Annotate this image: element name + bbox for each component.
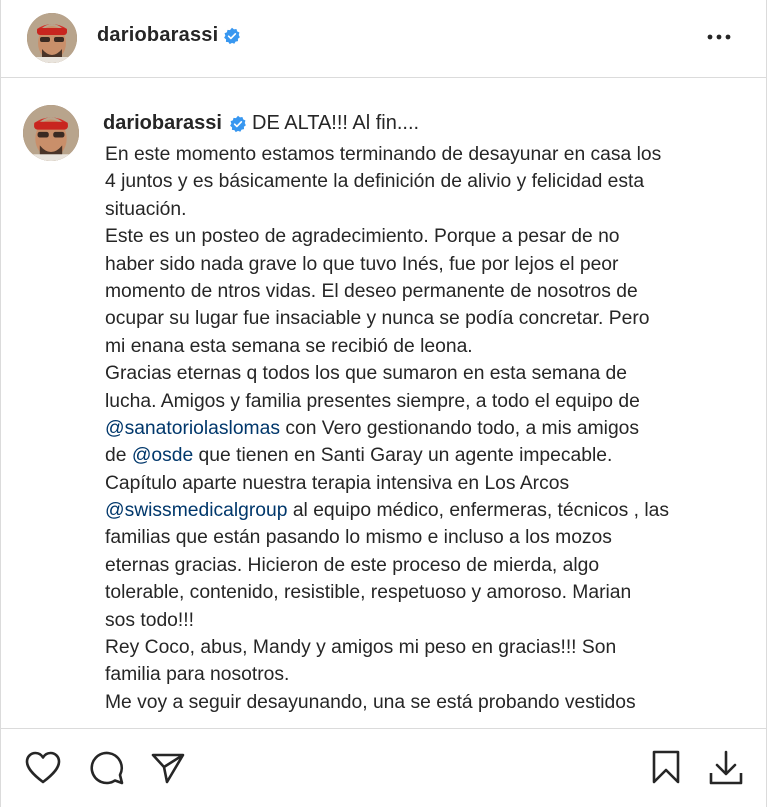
avatar[interactable] [27, 13, 77, 63]
caption-line: Rey Coco, abus, Mandy y amigos mi peso e… [105, 634, 745, 661]
caption-line: Este es un posteo de agradecimiento. Por… [105, 223, 745, 250]
caption-line: Capítulo aparte nuestra terapia intensiv… [105, 470, 745, 497]
caption-line: momento de ntros vidas. El deseo permane… [105, 278, 745, 305]
caption-text-segment: Gracias eternas q todos los que sumaron … [105, 363, 627, 385]
caption-text-segment: familias que están pasando lo mismo e in… [105, 527, 612, 549]
caption-text-segment: situación. [105, 198, 187, 220]
mention-link[interactable]: @osde [132, 445, 193, 466]
caption-text-segment: tolerable, contenido, resistible, respet… [105, 582, 632, 604]
caption-text-segment: Rey Coco, abus, Mandy y amigos mi peso e… [105, 637, 617, 659]
caption-text-segment: al equipo médico, enfermeras, técnicos ,… [287, 500, 669, 522]
mention-link[interactable]: @swissmedicalgroup [105, 500, 287, 521]
caption-line: En este momento estamos terminando de de… [105, 141, 745, 168]
caption-line: ocupar su lugar fue insaciable y nunca s… [105, 305, 745, 332]
caption-text-segment: En este momento estamos terminando de de… [105, 144, 662, 165]
caption-text-segment: mi enana esta semana se recibió de leona… [105, 335, 473, 357]
caption-line: @sanatoriolaslomas con Vero gestionando … [105, 415, 745, 442]
caption-line: 4 juntos y es básicamente la definición … [105, 168, 745, 195]
caption-line: mi enana esta semana se recibió de leona… [105, 333, 745, 360]
caption-line: tolerable, contenido, resistible, respet… [105, 579, 745, 606]
caption-line: Me voy a seguir desayunando, una se está… [105, 689, 745, 716]
action-bar [1, 728, 767, 807]
caption-text-segment: de [105, 445, 132, 467]
caption-text-segment: sos todo!!! [105, 609, 194, 631]
verified-badge-icon [224, 27, 240, 45]
caption-line: Gracias eternas q todos los que sumaron … [105, 360, 745, 387]
caption-line: familia para nosotros. [105, 661, 745, 688]
caption-text-segment: Este es un posteo de agradecimiento. Por… [105, 226, 620, 248]
caption-text-segment: eternas gracias. Hicieron de este proces… [105, 554, 600, 576]
send-icon[interactable] [151, 751, 185, 785]
caption-line: familias que están pasando lo mismo e in… [105, 524, 745, 551]
verified-badge-icon [230, 115, 246, 133]
caption-line: lucha. Amigos y familia presentes siempr… [105, 388, 745, 415]
caption-line: de @osde que tienen en Santi Garay un ag… [105, 442, 745, 469]
caption-line: situación. [105, 196, 745, 223]
heart-icon[interactable] [25, 751, 61, 785]
download-icon[interactable] [707, 749, 745, 787]
post-frame: dariobarassi dariobarassi DE ALTA!!! Al … [0, 0, 767, 807]
caption-avatar[interactable] [23, 105, 79, 161]
username[interactable]: dariobarassi [97, 24, 218, 47]
caption-text-segment: que tienen en Santi Garay un agente impe… [193, 445, 613, 467]
caption-text: En este momento estamos terminando de de… [105, 141, 745, 716]
caption-text-segment: ocupar su lugar fue insaciable y nunca s… [105, 308, 650, 330]
bookmark-icon[interactable] [651, 749, 681, 785]
caption-text-segment: 4 juntos y es básicamente la definición … [105, 171, 645, 193]
mention-link[interactable]: @sanatoriolaslomas [105, 418, 280, 439]
post-header: dariobarassi [1, 0, 767, 78]
caption-text-segment: Capítulo aparte nuestra terapia intensiv… [105, 472, 570, 494]
caption-text-segment: lucha. Amigos y familia presentes siempr… [105, 390, 640, 412]
caption-text-segment: haber sido nada grave lo que tuvo Inés, … [105, 253, 619, 275]
caption-line: eternas gracias. Hicieron de este proces… [105, 552, 745, 579]
caption-line: @swissmedicalgroup al equipo médico, enf… [105, 497, 745, 524]
caption-line: haber sido nada grave lo que tuvo Inés, … [105, 251, 745, 278]
caption-text-segment: Me voy a seguir desayunando, una se está… [105, 691, 636, 713]
caption-first-line: DE ALTA!!! Al fin.... [252, 112, 420, 134]
more-icon[interactable] [704, 27, 734, 47]
caption-text-segment: con Vero gestionando todo, a mis amigos [279, 417, 640, 439]
caption-text-segment: familia para nosotros. [105, 664, 290, 686]
comment-icon[interactable] [89, 750, 125, 786]
caption-username[interactable]: dariobarassi [103, 112, 222, 135]
caption-line: sos todo!!! [105, 607, 745, 634]
caption-text-segment: momento de ntros vidas. El deseo permane… [105, 280, 638, 302]
